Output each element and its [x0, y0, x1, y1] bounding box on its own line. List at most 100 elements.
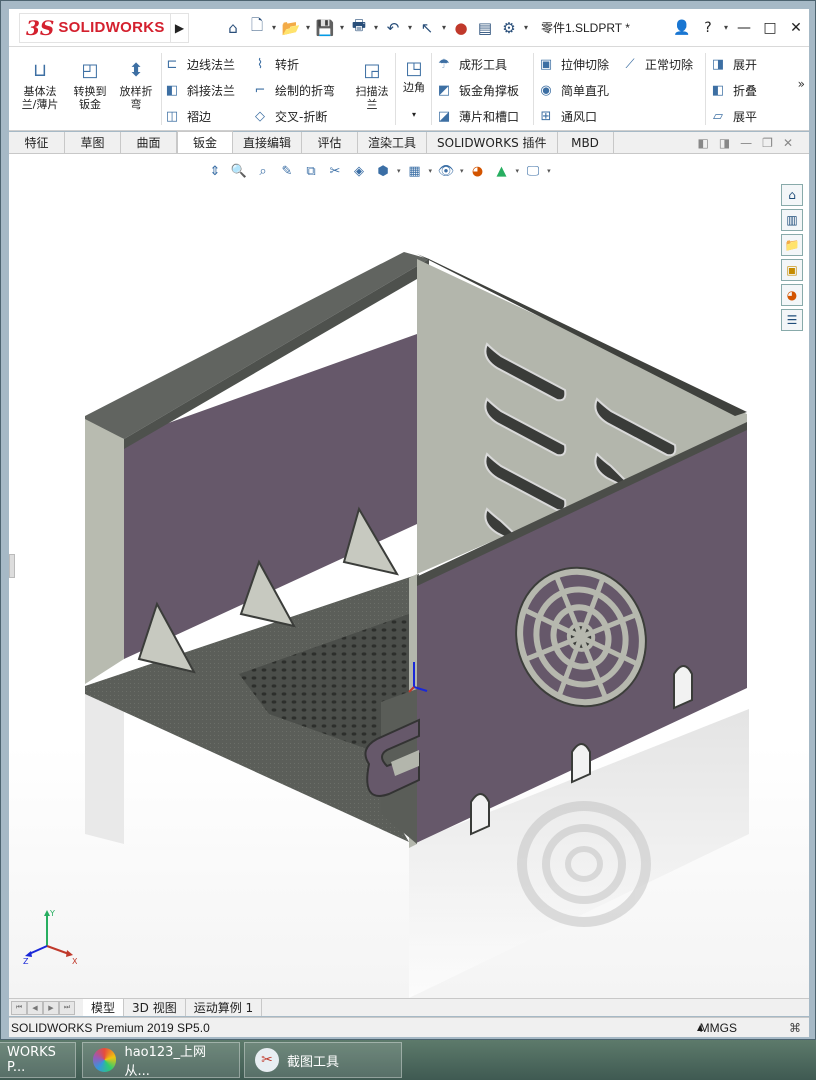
miter-flange-button[interactable]: ◧ 斜接法兰 [163, 79, 235, 101]
minimize-button[interactable]: — [731, 15, 757, 41]
taskbar-snipping-tool[interactable]: ✂ 截图工具 [244, 1042, 402, 1078]
view-orientation-icon[interactable]: ✂ [325, 161, 345, 181]
prev-tab-icon[interactable]: ◀ [27, 1000, 43, 1015]
display-mode-dropdown-icon[interactable]: ▾ [429, 167, 433, 175]
panel-left-icon[interactable]: ◧ [697, 136, 708, 150]
options-dropdown-icon[interactable]: ▾ [521, 23, 531, 32]
design-library-icon[interactable]: ▥ [781, 209, 803, 231]
print-dropdown-icon[interactable]: ▾ [371, 23, 381, 32]
undo-dropdown-icon[interactable]: ▾ [405, 23, 415, 32]
section-view-icon[interactable]: ✎ [277, 161, 297, 181]
tab-direct-editing[interactable]: 直接编辑 [233, 132, 303, 153]
forming-tool-button[interactable]: ☂ 成形工具 [435, 53, 507, 75]
jog-button[interactable]: ⌇ 转折 [251, 53, 299, 75]
edge-flange-button[interactable]: ⊏ 边线法兰 [163, 53, 235, 75]
taskbar-browser[interactable]: hao123_上网从... [82, 1042, 240, 1079]
view-settings-icon[interactable]: 🖵 [523, 161, 543, 181]
tab-3d-views[interactable]: 3D 视图 [124, 999, 186, 1016]
previous-view-icon[interactable]: ⌕ [253, 161, 273, 181]
zoom-to-area-icon[interactable]: 🔍 [229, 161, 249, 181]
taskbar-solidworks[interactable]: WORKS P... [0, 1042, 76, 1078]
solidworks-logo[interactable]: 3S SOLIDWORKS [19, 12, 171, 43]
tab-sheet-metal[interactable]: 钣金 [177, 131, 233, 153]
doc-restore-icon[interactable]: ❐ [762, 136, 773, 150]
file-explorer-icon[interactable]: 📁 [781, 234, 803, 256]
tab-render-tools[interactable]: 渲染工具 [358, 132, 428, 153]
open-file-dropdown-icon[interactable]: ▾ [303, 23, 313, 32]
apply-scene-dropdown-icon[interactable]: ▾ [516, 167, 520, 175]
home-icon[interactable]: ⌂ [222, 17, 244, 39]
dynamic-annotation-icon[interactable]: ⧉ [301, 161, 321, 181]
view-settings-dropdown-icon[interactable]: ▾ [547, 167, 551, 175]
doc-minimize-icon[interactable]: — [740, 136, 752, 150]
print-icon[interactable]: 🖶 [348, 16, 370, 39]
help-button[interactable]: ? [695, 15, 721, 41]
tab-surfaces[interactable]: 曲面 [121, 132, 177, 153]
extruded-cut-button[interactable]: ▣ 拉伸切除 [537, 53, 609, 75]
sheet-metal-model[interactable] [9, 154, 809, 998]
corners-button[interactable]: ◳ 边角 ▾ [399, 57, 429, 121]
hide-show-dropdown-icon[interactable]: ▾ [460, 167, 464, 175]
tab-motion-study[interactable]: 运动算例 1 [186, 999, 263, 1016]
custom-properties-icon[interactable]: ☰ [781, 309, 803, 331]
close-button[interactable]: ✕ [783, 15, 809, 41]
appearances-scenes-icon[interactable]: ◕ [781, 284, 803, 306]
undo-icon[interactable]: ↶ [382, 17, 404, 39]
first-tab-icon[interactable]: ⏮ [11, 1000, 27, 1015]
unfold-button[interactable]: ◨ 展开 [709, 53, 757, 75]
save-dropdown-icon[interactable]: ▾ [337, 23, 347, 32]
ribbon-more-button[interactable]: » [798, 77, 805, 91]
hide-show-items-icon[interactable]: 👁 [436, 161, 456, 181]
view-cube-dropdown-icon[interactable]: ▾ [397, 167, 401, 175]
vent-button[interactable]: ⊞ 通风口 [537, 105, 597, 127]
tab-solidworks-addins[interactable]: SOLIDWORKS 插件 [427, 132, 558, 153]
hem-button[interactable]: ◫ 褶边 [163, 105, 211, 127]
doc-close-icon[interactable]: ✕ [783, 136, 793, 150]
convert-sheetmetal-button[interactable]: ◰ 转换到 钣金 [67, 57, 113, 121]
simple-hole-button[interactable]: ◉ 简单直孔 [537, 79, 609, 101]
new-file-dropdown-icon[interactable]: ▾ [269, 23, 279, 32]
select-icon[interactable]: ↖ [416, 17, 438, 39]
user-account-icon[interactable]: 👤 [669, 15, 695, 41]
base-flange-button[interactable]: ⊔ 基体法 兰/薄片 [17, 57, 63, 121]
unit-system-arrow-icon[interactable]: ▲ [697, 1023, 703, 1032]
corners-dropdown-icon[interactable]: ▾ [412, 108, 416, 121]
open-file-icon[interactable]: 📂 [280, 17, 302, 39]
next-tab-icon[interactable]: ▶ [43, 1000, 59, 1015]
tab-model[interactable]: 模型 [83, 999, 125, 1016]
swept-flange-button[interactable]: ◲ 扫描法 兰 [349, 57, 395, 121]
display-mode-icon[interactable]: ▦ [405, 161, 425, 181]
panel-right-icon[interactable]: ◨ [719, 136, 730, 150]
unit-system-selector[interactable]: MMGS [700, 1021, 737, 1035]
file-properties-icon[interactable]: ▤ [474, 17, 496, 39]
sketched-bend-button[interactable]: ⌐ 绘制的折弯 [251, 79, 335, 101]
menu-expand-arrow-icon[interactable]: ▶ [171, 12, 189, 43]
tab-sketch[interactable]: 草图 [65, 132, 121, 153]
graphics-area[interactable]: ⇕ 🔍 ⌕ ✎ ⧉ ✂ ◈ ⬢ ▾ ▦ ▾ 👁 ▾ ◕ ▲ ▾ 🖵 ▾ ⌂ ▥ … [9, 154, 809, 998]
apply-scene-icon[interactable]: ▲ [492, 161, 512, 181]
solidworks-resources-icon[interactable]: ⌂ [781, 184, 803, 206]
edit-appearance-icon[interactable]: ◕ [468, 161, 488, 181]
last-tab-icon[interactable]: ⏭ [59, 1000, 75, 1015]
help-dropdown-icon[interactable]: ▾ [721, 23, 731, 32]
tab-and-slot-button[interactable]: ◪ 薄片和槽口 [435, 105, 519, 127]
view-palette-icon[interactable]: ▣ [781, 259, 803, 281]
lofted-bend-button[interactable]: ⬍ 放样折 弯 [113, 57, 159, 121]
status-options-icon[interactable]: ⌘ [789, 1021, 801, 1035]
view-cube-icon[interactable]: ⬢ [373, 161, 393, 181]
tab-evaluate[interactable]: 评估 [302, 132, 359, 153]
maximize-button[interactable]: □ [757, 15, 783, 41]
display-style-icon[interactable]: ◈ [349, 161, 369, 181]
flatten-button[interactable]: ▱ 展平 [709, 105, 757, 127]
new-file-icon[interactable]: 🗋 [246, 16, 268, 39]
options-icon[interactable]: ⚙ [498, 17, 520, 39]
rebuild-icon[interactable]: ● [450, 17, 472, 39]
save-icon[interactable]: 💾 [314, 17, 336, 39]
fold-button[interactable]: ◧ 折叠 [709, 79, 757, 101]
sheet-metal-gusset-button[interactable]: ◩ 钣金角撑板 [435, 79, 519, 101]
select-dropdown-icon[interactable]: ▾ [439, 23, 449, 32]
cross-break-button[interactable]: ◇ 交叉-折断 [251, 105, 327, 127]
normal-cut-button[interactable]: ⟋ 正常切除 [621, 53, 693, 75]
tab-mbd[interactable]: MBD [558, 132, 614, 153]
feature-manager-collapse-handle[interactable] [9, 554, 15, 578]
